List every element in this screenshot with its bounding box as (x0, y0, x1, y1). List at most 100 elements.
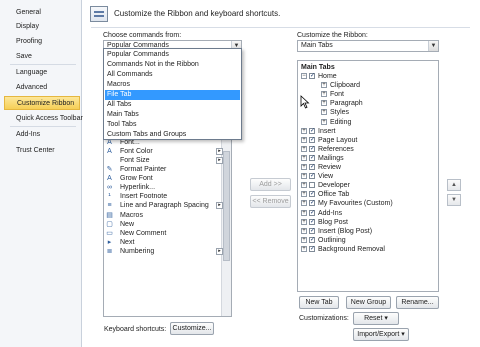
new-document-icon: ▢ (106, 220, 113, 228)
dropdown-option-popular-commands[interactable]: Popular Commands (105, 50, 240, 60)
expand-icon[interactable]: + (301, 191, 307, 198)
flyout-arrow-icon[interactable]: ▸ (216, 156, 223, 164)
expand-icon[interactable]: + (301, 227, 307, 234)
mouse-cursor-icon (300, 95, 310, 109)
customizations-label: Customizations: (299, 315, 349, 322)
collapse-icon[interactable]: − (301, 73, 307, 79)
expand-icon[interactable]: + (321, 109, 327, 116)
dropdown-option-main-tabs[interactable]: Main Tabs (105, 110, 240, 120)
tree-node-label: Font (330, 91, 345, 99)
ribbon-tree[interactable]: Main Tabs − ✓ Home + Clipboard + Font + Paragrap… (297, 60, 439, 292)
reset-button[interactable]: Reset ▾ (353, 312, 399, 325)
expand-icon[interactable]: + (301, 236, 307, 243)
checkbox[interactable]: ✓ (309, 209, 315, 216)
command-item[interactable]: ≣ Numbering ▸ (106, 247, 223, 256)
expand-icon[interactable]: + (321, 82, 327, 89)
expand-icon[interactable]: + (321, 91, 327, 98)
dropdown-option-macros[interactable]: Macros (105, 80, 240, 90)
expand-icon[interactable]: + (301, 145, 307, 152)
nav-item-language[interactable]: Language (4, 66, 80, 80)
checkbox[interactable]: ✓ (309, 227, 315, 234)
flyout-arrow-icon[interactable]: ▸ (216, 247, 223, 255)
command-item[interactable]: ▤ Macros (106, 211, 221, 220)
nav-item-trust-center[interactable]: Trust Center (4, 144, 80, 158)
nav-divider (10, 126, 76, 127)
command-item[interactable]: ▢ New (106, 220, 221, 229)
add-button[interactable]: Add >> (250, 178, 291, 191)
checkbox[interactable] (309, 182, 315, 189)
command-label: Format Painter (120, 166, 167, 173)
customize-ribbon-select[interactable]: Main Tabs ▼ (297, 40, 439, 52)
checkbox[interactable]: ✓ (309, 145, 315, 152)
command-item[interactable]: ✎ Format Painter (106, 165, 221, 174)
tree-node-label: Editing (330, 118, 352, 126)
import-export-button[interactable]: Import/Export ▾ (353, 328, 409, 341)
font-color-icon: A (107, 147, 112, 155)
command-item[interactable]: ¹ Insert Footnote (106, 192, 221, 201)
dropdown-option-all-commands[interactable]: All Commands (105, 70, 240, 80)
expand-icon[interactable]: + (301, 154, 307, 161)
rename-button[interactable]: Rename... (396, 296, 439, 309)
command-label: New (120, 220, 135, 228)
checkbox[interactable]: ✓ (309, 236, 315, 243)
expand-icon[interactable]: + (301, 173, 307, 180)
command-item[interactable]: ▭ New Comment (106, 229, 221, 238)
nav-item-quick-access-toolbar[interactable]: Quick Access Toolbar (4, 112, 83, 126)
checkbox[interactable]: ✓ (309, 154, 315, 161)
expand-icon[interactable]: + (301, 209, 307, 216)
new-tab-button[interactable]: New Tab (299, 296, 339, 309)
expand-icon[interactable]: + (301, 218, 307, 225)
command-label: Hyperlink... (120, 184, 156, 192)
nav-divider (10, 64, 76, 65)
nav-item-customize-ribbon[interactable]: Customize Ribbon (4, 96, 80, 110)
move-up-icon[interactable]: ▲ (447, 179, 461, 191)
reset-label: Reset (364, 315, 383, 322)
expand-icon[interactable]: + (321, 100, 327, 107)
nav-item-advanced[interactable]: Advanced (4, 81, 80, 95)
checkbox[interactable]: ✓ (309, 218, 315, 225)
command-item[interactable]: Font Size ▸ (106, 156, 223, 165)
command-item[interactable]: ≡ Line and Paragraph Spacing ▸ (106, 201, 223, 210)
dropdown-option-tool-tabs[interactable]: Tool Tabs (105, 120, 240, 130)
chevron-down-icon: ▾ (401, 331, 405, 338)
chevron-down-icon[interactable]: ▼ (428, 41, 438, 51)
checkbox[interactable]: ✓ (309, 164, 315, 170)
expand-icon[interactable]: + (321, 118, 327, 125)
dropdown-option-all-tabs[interactable]: All Tabs (105, 100, 240, 110)
nav-item-display[interactable]: Display (4, 20, 80, 34)
dropdown-option-commands-not-in-the-ribbon[interactable]: Commands Not in the Ribbon (105, 60, 240, 70)
command-item[interactable]: ∞ Hyperlink... (106, 183, 221, 192)
choose-commands-dropdown[interactable]: Popular Commands Commands Not in the Ribb… (103, 48, 242, 140)
new-group-button[interactable]: New Group (346, 296, 391, 309)
dropdown-option-file-tab[interactable]: File Tab (105, 90, 240, 100)
checkbox[interactable]: ✓ (309, 191, 315, 198)
expand-icon[interactable]: + (301, 245, 307, 252)
nav-item-general[interactable]: General (4, 6, 80, 20)
dropdown-option-custom-tabs-and-groups[interactable]: Custom Tabs and Groups (105, 130, 240, 140)
flyout-arrow-icon[interactable]: ▸ (216, 147, 223, 155)
checkbox[interactable]: ✓ (309, 73, 315, 79)
scrollbar-thumb[interactable] (223, 151, 230, 261)
command-item[interactable]: ▸ Next (106, 238, 221, 247)
nav-item-add-ins[interactable]: Add-Ins (4, 128, 80, 142)
checkbox[interactable]: ✓ (309, 200, 315, 207)
flyout-arrow-icon[interactable]: ▸ (216, 202, 223, 210)
command-label: Font Size (120, 156, 150, 164)
checkbox[interactable]: ✓ (309, 127, 315, 134)
nav-item-save[interactable]: Save (4, 50, 80, 64)
expand-icon[interactable]: + (301, 200, 307, 207)
nav-item-proofing[interactable]: Proofing (4, 35, 80, 49)
checkbox[interactable]: ✓ (309, 173, 315, 180)
checkbox[interactable]: ✓ (309, 136, 315, 143)
expand-icon[interactable]: + (301, 127, 307, 134)
checkbox[interactable]: ✓ (309, 245, 315, 252)
remove-button[interactable]: << Remove (250, 195, 291, 208)
move-down-icon[interactable]: ▼ (447, 194, 461, 206)
customize-shortcuts-button[interactable]: Customize... (170, 322, 214, 335)
expand-icon[interactable]: + (301, 182, 307, 189)
expand-icon[interactable]: + (301, 136, 307, 143)
tree-node-label: Outlining (318, 236, 346, 244)
command-item[interactable]: A Font Color ▸ (106, 147, 223, 156)
expand-icon[interactable]: + (301, 164, 307, 170)
command-item[interactable]: A Grow Font (106, 174, 221, 183)
